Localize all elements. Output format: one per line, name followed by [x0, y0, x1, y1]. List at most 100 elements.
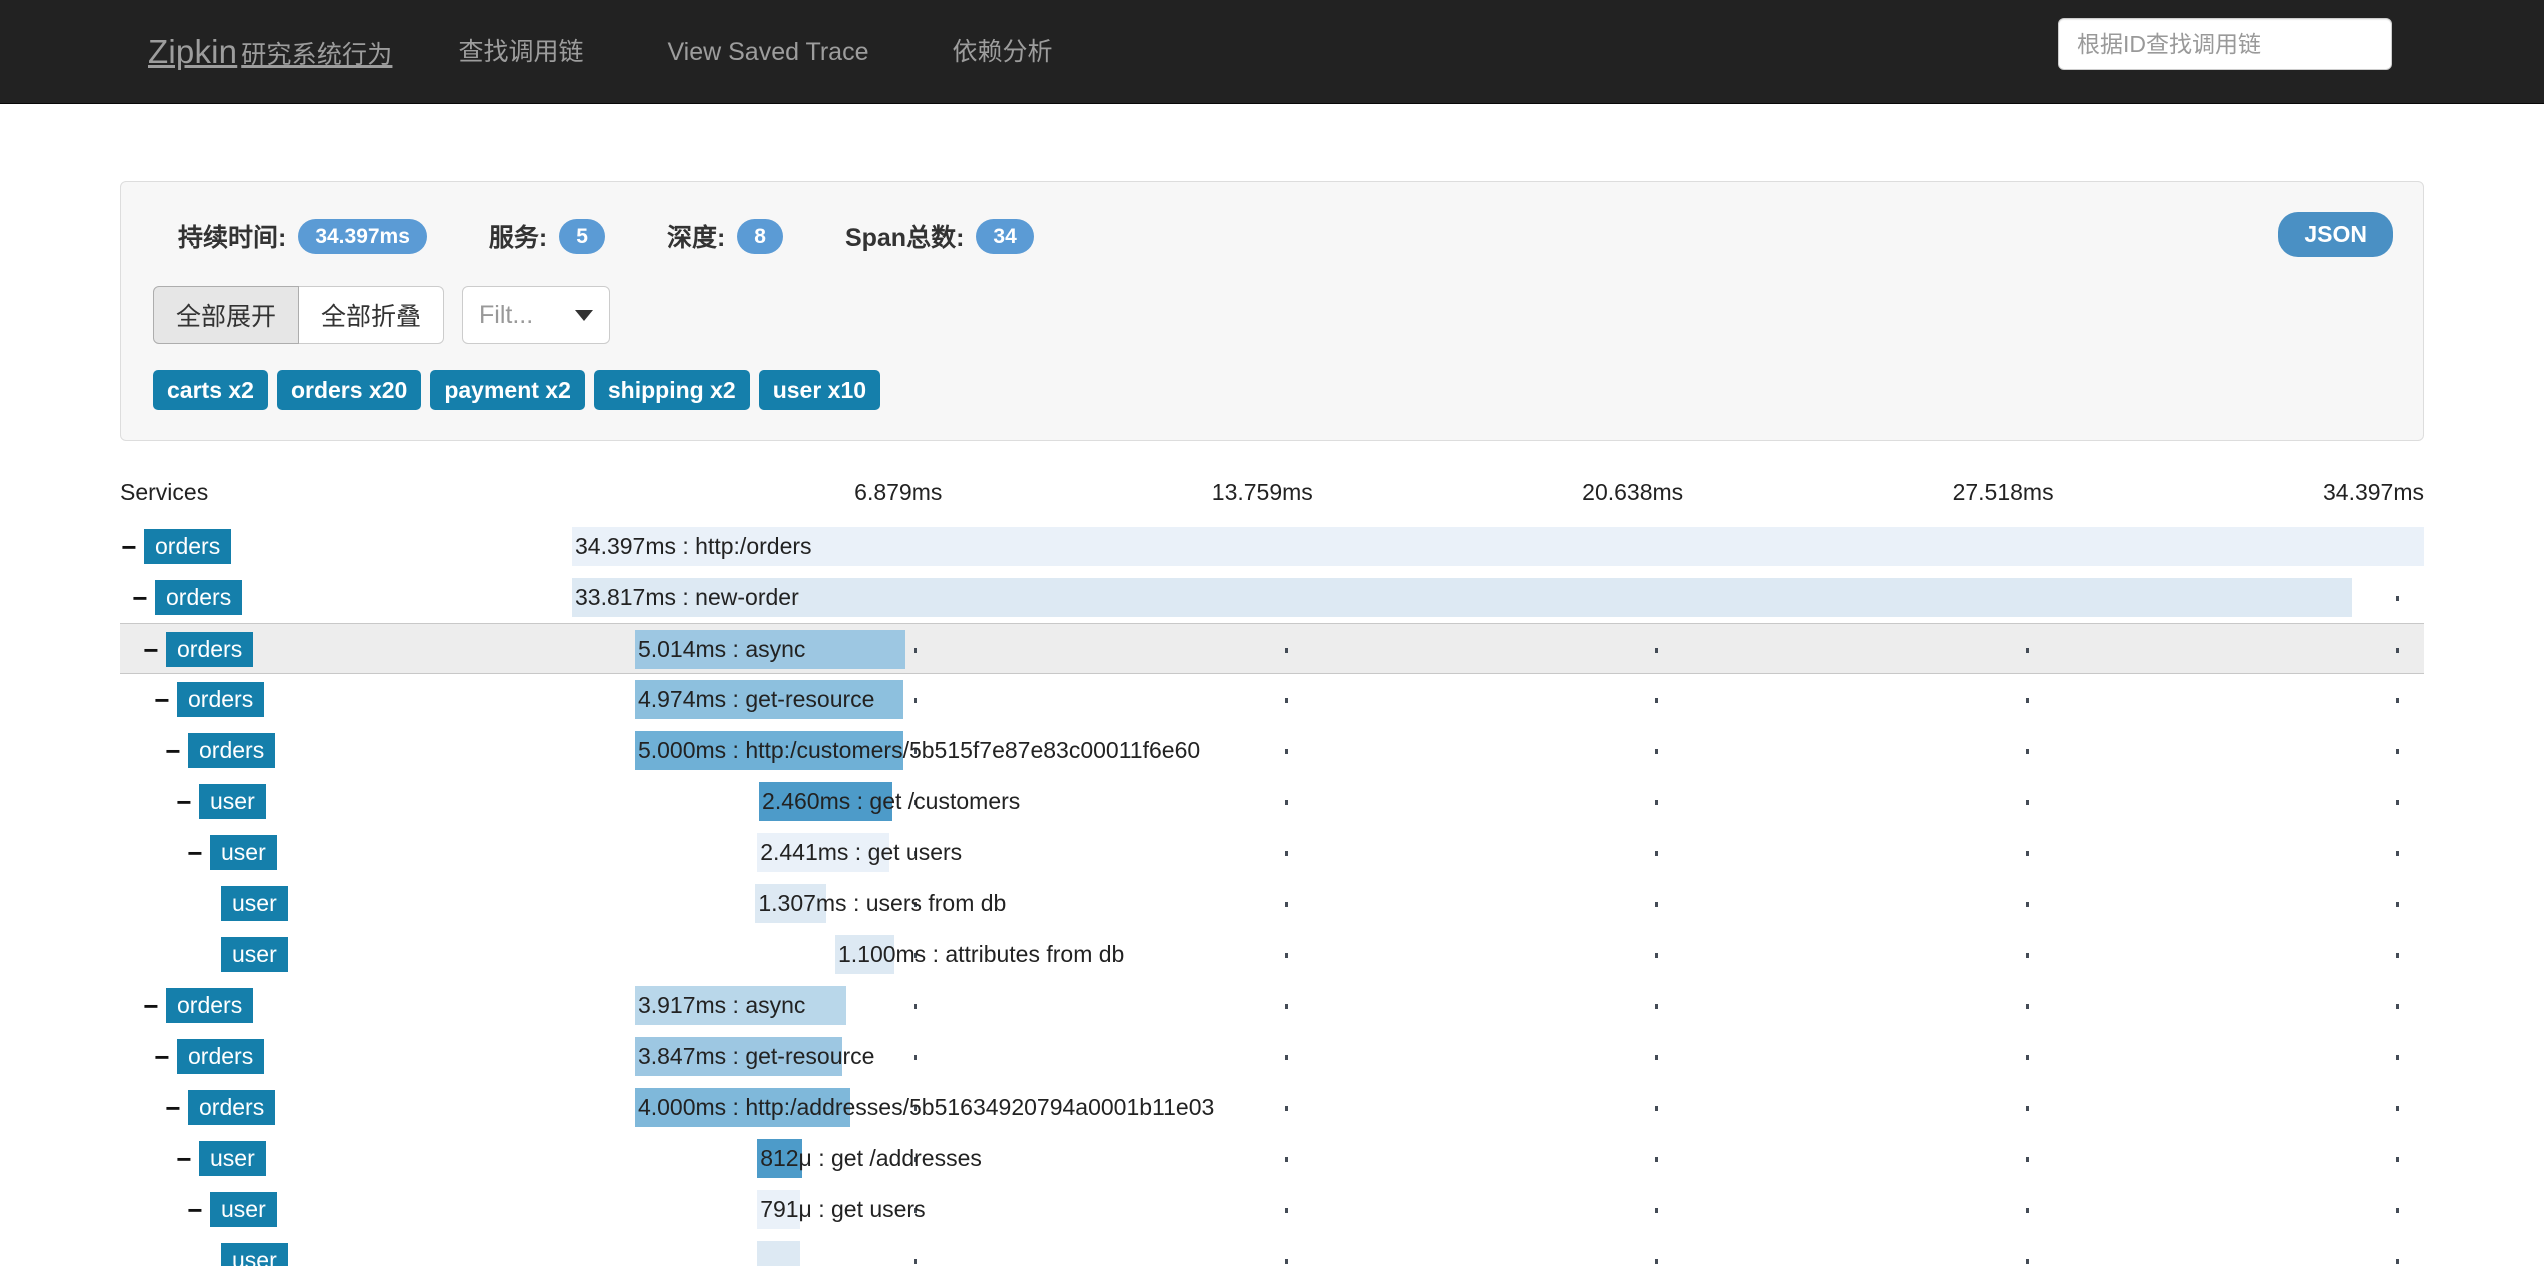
timeline-grid-dot	[1655, 1157, 1659, 1163]
collapse-all-button[interactable]: 全部折叠	[299, 286, 445, 344]
span-duration-bar[interactable]	[634, 630, 906, 670]
brand-link[interactable]: Zipkin 研究系统行为	[148, 35, 416, 68]
span-service-badge[interactable]: orders	[188, 1090, 276, 1126]
span-row[interactable]: −user	[120, 1235, 2424, 1266]
nav-view-saved-trace[interactable]: View Saved Trace	[641, 0, 894, 104]
span-bar-track	[572, 1235, 2424, 1266]
collapse-toggle-icon[interactable]: −	[175, 1146, 193, 1172]
span-row[interactable]: − user 791μ : get users	[120, 1184, 2424, 1235]
service-badge-payment[interactable]: payment x2	[430, 370, 585, 411]
timeline-tick-3: 27.518ms	[1952, 479, 2054, 506]
timeline-grid-dot	[2025, 1259, 2029, 1265]
span-row[interactable]: − user 812μ : get /addresses	[120, 1133, 2424, 1184]
span-duration-bar[interactable]	[634, 986, 847, 1026]
expand-all-button[interactable]: 全部展开	[153, 286, 300, 344]
span-service-badge[interactable]: orders	[166, 632, 254, 668]
json-button[interactable]: JSON	[2278, 212, 2393, 257]
collapse-toggle-icon[interactable]: −	[120, 534, 138, 560]
span-bar-track: 1.100ms : attributes from db	[572, 929, 2424, 980]
span-row[interactable]: − orders 3.847ms : get-resource	[120, 1031, 2424, 1082]
service-badge-shipping[interactable]: shipping x2	[593, 370, 750, 411]
service-badge-carts[interactable]: carts x2	[153, 370, 268, 411]
span-service-badge[interactable]: orders	[166, 988, 254, 1024]
trace-id-search-input[interactable]	[2058, 18, 2392, 70]
collapse-toggle-icon[interactable]: −	[186, 1197, 204, 1223]
span-duration-bar[interactable]	[755, 884, 826, 924]
span-service-badge[interactable]: user	[221, 937, 288, 973]
span-service-badge[interactable]: user	[221, 886, 288, 922]
span-row[interactable]: − user 2.460ms : get /customers	[120, 776, 2424, 827]
span-service-badge[interactable]: user	[199, 1141, 266, 1177]
collapse-toggle-icon[interactable]: −	[164, 738, 182, 764]
span-row[interactable]: − orders 5.000ms : http:/customers/5b515f7…	[120, 725, 2424, 776]
collapse-toggle-icon[interactable]: −	[142, 993, 160, 1019]
span-service-badge[interactable]: orders	[144, 529, 232, 565]
brand-title: Zipkin	[148, 33, 238, 70]
span-duration-bar[interactable]	[572, 527, 2424, 567]
span-duration-bar[interactable]	[757, 1241, 800, 1266]
collapse-toggle-icon[interactable]: −	[186, 840, 204, 866]
collapse-toggle-icon[interactable]: −	[131, 585, 149, 611]
timeline-grid-dot	[1284, 800, 1288, 806]
span-service-badge[interactable]: user	[210, 1192, 277, 1228]
stat-total-spans-value: 34	[976, 218, 1034, 254]
span-row[interactable]: − orders 34.397ms : http:/orders	[120, 521, 2424, 572]
span-row[interactable]: − orders 5.014ms : async	[120, 623, 2424, 675]
span-service-badge[interactable]: orders	[177, 1039, 265, 1075]
span-row[interactable]: −user 1.307ms : users from db	[120, 878, 2424, 929]
nav-find-traces[interactable]: 查找调用链	[432, 0, 609, 104]
timeline-grid-dot	[2396, 596, 2399, 602]
collapse-toggle-icon[interactable]: −	[164, 1095, 182, 1121]
span-duration-bar[interactable]	[759, 782, 893, 822]
span-row[interactable]: − orders 4.000ms : http:/addresses/5b51634…	[120, 1082, 2424, 1133]
timeline-grid-dot	[1284, 1208, 1288, 1214]
collapse-toggle-icon[interactable]: −	[142, 637, 160, 663]
span-row[interactable]: − orders 33.817ms : new-order	[120, 572, 2424, 623]
span-row[interactable]: − user 2.441ms : get users	[120, 827, 2424, 878]
timeline-grid-dot	[1284, 902, 1288, 908]
span-row-service-cell: − orders	[153, 674, 265, 725]
span-service-badge[interactable]: user	[210, 835, 277, 871]
service-badge-user[interactable]: user x10	[758, 370, 881, 411]
span-duration-bar[interactable]	[634, 680, 904, 720]
span-bar-track: 34.397ms : http:/orders	[572, 521, 2424, 572]
nav-dependencies[interactable]: 依赖分析	[927, 0, 1079, 104]
span-row[interactable]: − orders 4.974ms : get-resource	[120, 674, 2424, 725]
span-service-badge[interactable]: user	[221, 1243, 288, 1266]
span-row[interactable]: −user 1.100ms : attributes from db	[120, 929, 2424, 980]
span-duration-bar[interactable]	[834, 935, 895, 975]
span-row[interactable]: − orders 3.917ms : async	[120, 980, 2424, 1031]
span-duration-bar[interactable]	[634, 731, 904, 771]
span-bar-track: 3.847ms : get-resource	[572, 1031, 2424, 1082]
stat-total-spans-label: Span总数:	[844, 224, 965, 252]
stat-duration-value: 34.397ms	[298, 218, 427, 254]
stat-duration: 持续时间: 34.397ms	[178, 218, 427, 254]
timeline-grid-dot	[914, 1157, 918, 1163]
timeline-grid-dot	[1655, 800, 1659, 806]
collapse-toggle-icon[interactable]: −	[153, 1044, 171, 1070]
span-service-badge[interactable]: orders	[155, 580, 243, 616]
span-duration-bar[interactable]	[634, 1088, 850, 1128]
navbar-right	[2058, 18, 2392, 70]
timeline-grid-dot	[1655, 1259, 1659, 1265]
span-duration-bar[interactable]	[757, 1139, 802, 1179]
service-filter-select[interactable]: Filt...	[462, 286, 611, 344]
timeline-grid-dot	[1284, 648, 1288, 654]
span-row-service-cell: − orders	[131, 572, 243, 623]
span-service-badge[interactable]: orders	[188, 733, 276, 769]
timeline-grid-dot	[914, 1004, 918, 1010]
span-duration-bar[interactable]	[572, 578, 2352, 618]
span-duration-bar[interactable]	[634, 1037, 843, 1077]
span-duration-bar[interactable]	[757, 833, 889, 873]
timeline-grid-dot	[1284, 851, 1288, 857]
collapse-toggle-icon[interactable]: −	[153, 687, 171, 713]
span-row-service-cell: −user	[175, 776, 266, 827]
collapse-toggle-icon[interactable]: −	[175, 789, 193, 815]
span-service-badge[interactable]: user	[199, 784, 266, 820]
service-badge-orders[interactable]: orders x20	[276, 370, 422, 411]
span-service-badge[interactable]: orders	[177, 682, 265, 718]
stat-services-value: 5	[559, 218, 605, 254]
span-row-service-cell: − orders	[153, 1031, 265, 1082]
span-duration-bar[interactable]	[757, 1190, 800, 1230]
span-row-service-cell: − orders	[164, 1082, 276, 1133]
